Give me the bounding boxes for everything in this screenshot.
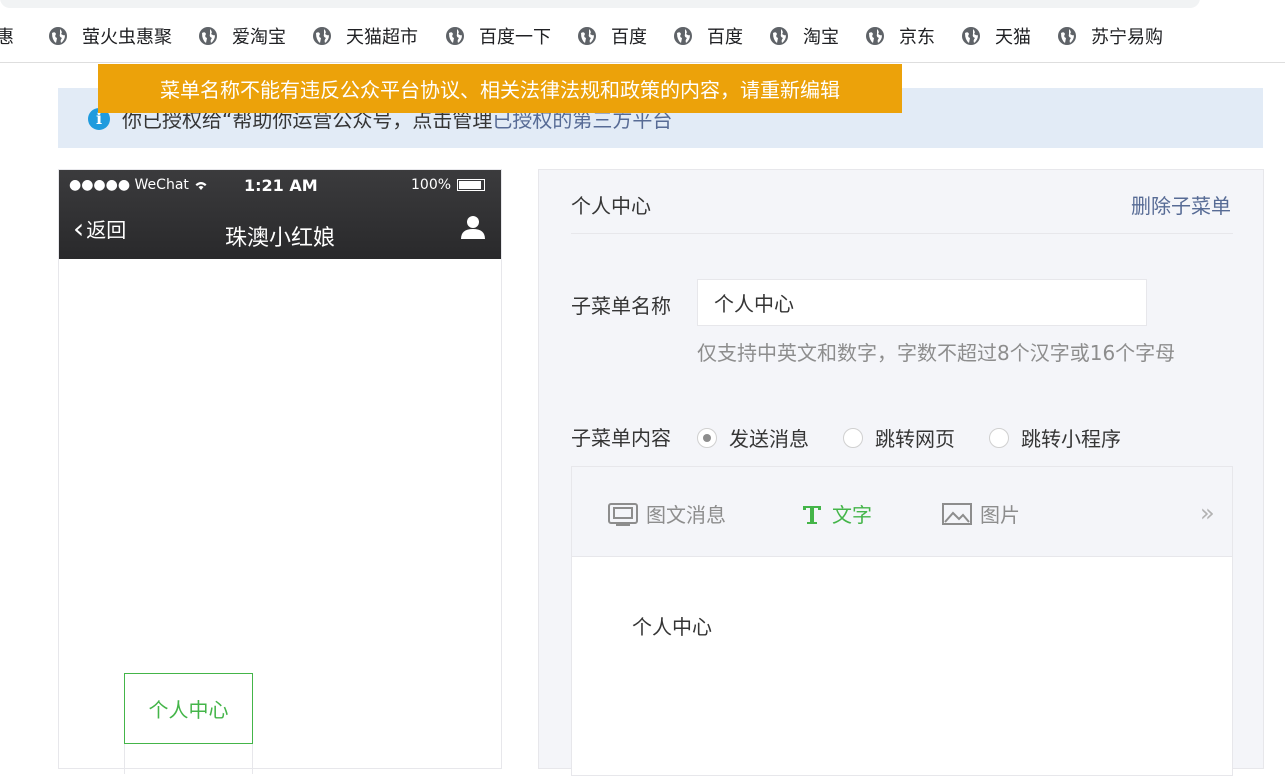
tab-label: 文字 <box>832 503 872 527</box>
text-icon <box>803 505 821 524</box>
tab-label: 图片 <box>980 503 1020 527</box>
bookmark-6[interactable]: 百度 <box>673 24 743 48</box>
bookmark-2[interactable]: 爱淘宝 <box>198 24 286 48</box>
editor-title: 个人中心 <box>571 194 651 218</box>
bookmark-label: 萤火虫惠聚 <box>82 27 172 48</box>
bookmark-9[interactable]: 天猫 <box>961 24 1031 48</box>
globe-icon <box>962 27 980 45</box>
globe-icon <box>49 27 67 45</box>
radio-label: 跳转小程序 <box>1021 427 1121 451</box>
submenu-name-label: 子菜单名称 <box>571 294 671 318</box>
globe-icon <box>770 27 788 45</box>
radio-label: 发送消息 <box>729 427 809 451</box>
bookmark-4[interactable]: 百度一下 <box>445 24 551 48</box>
bookmark-5[interactable]: 百度 <box>577 24 647 48</box>
bookmark-label: 天猫 <box>995 27 1031 48</box>
message-text[interactable]: 个人中心 <box>632 611 712 640</box>
tab-news[interactable]: 图文消息 <box>608 499 726 528</box>
message-composer: 图文消息 文字 图片 » 个人中心 <box>571 466 1233 776</box>
tab-text[interactable]: 文字 <box>800 499 872 528</box>
bookmark-8[interactable]: 京东 <box>865 24 935 48</box>
account-title: 珠澳小红娘 <box>224 226 335 251</box>
submenu-content-label: 子菜单内容 <box>571 426 671 450</box>
globe-icon <box>313 27 331 45</box>
submenu-item-profile[interactable]: 个人中心 <box>124 673 253 744</box>
bookmark-label: 百度 <box>707 27 743 48</box>
status-time: 1:21 AM <box>244 176 318 195</box>
globe-icon <box>1058 27 1076 45</box>
tab-label: 图文消息 <box>646 503 726 527</box>
bookmark-label: 淘宝 <box>803 27 839 48</box>
address-bar-edge <box>0 0 1200 8</box>
radio-checked-icon <box>697 427 717 448</box>
carrier-label: ●●●●● WeChat <box>69 177 189 193</box>
bookmark-label: 惠 <box>0 27 14 48</box>
bookmark-label: 百度一下 <box>479 27 551 48</box>
bookmark-10[interactable]: 苏宁易购 <box>1057 24 1163 48</box>
globe-icon <box>446 27 464 45</box>
error-toast: 菜单名称不能有违反公众平台协议、相关法律法规和政策的内容，请重新编辑 <box>98 64 902 113</box>
submenu-divider <box>124 744 253 774</box>
phone-header: ●●●●● WeChat 1:21 AM 100% ‹ 返回 珠澳小红娘 <box>59 170 501 259</box>
battery-label: 100% <box>411 177 452 193</box>
bookmark-0[interactable]: 惠 <box>0 24 14 48</box>
divider <box>571 233 1233 234</box>
more-tabs-button[interactable]: » <box>1200 499 1215 527</box>
bookmark-label: 京东 <box>899 27 935 48</box>
radio-unchecked-icon <box>843 427 863 448</box>
bookmark-7[interactable]: 淘宝 <box>769 24 839 48</box>
radio-label: 跳转网页 <box>875 427 955 451</box>
bookmark-label: 苏宁易购 <box>1091 27 1163 48</box>
submenu-editor: 个人中心 删除子菜单 子菜单名称 仅支持中英文和数字，字数不超过8个汉字或16个… <box>538 169 1264 776</box>
globe-icon <box>199 27 217 45</box>
submenu-name-input[interactable] <box>697 279 1147 326</box>
submenu-name-hint: 仅支持中英文和数字，字数不超过8个汉字或16个字母 <box>697 341 1176 365</box>
news-icon <box>608 502 638 526</box>
tab-image[interactable]: 图片 <box>942 499 1020 528</box>
globe-icon <box>578 27 596 45</box>
radio-jump-webpage[interactable]: 跳转网页 <box>843 423 955 452</box>
bookmark-label: 天猫超市 <box>346 27 418 48</box>
radio-send-message[interactable]: 发送消息 <box>697 423 809 452</box>
radio-jump-miniprogram[interactable]: 跳转小程序 <box>989 423 1121 452</box>
radio-unchecked-icon <box>989 427 1009 448</box>
battery-icon <box>457 179 486 191</box>
user-icon[interactable] <box>459 213 487 241</box>
battery-status: 100% <box>411 177 486 193</box>
carrier-status: ●●●●● WeChat <box>69 177 209 193</box>
wifi-icon <box>195 182 207 190</box>
image-icon <box>942 502 972 525</box>
bookmark-label: 爱淘宝 <box>232 27 286 48</box>
bookmark-1[interactable]: 萤火虫惠聚 <box>48 24 172 48</box>
phone-preview: ●●●●● WeChat 1:21 AM 100% ‹ 返回 珠澳小红娘 个人中… <box>58 169 502 774</box>
delete-submenu-button[interactable]: 删除子菜单 <box>1131 190 1231 219</box>
globe-icon <box>866 27 884 45</box>
bookmarks-bar: 惠 萤火虫惠聚 爱淘宝 天猫超市 百度一下 百度 百度 淘宝 京东 天猫 苏宁易… <box>0 0 1285 63</box>
message-type-tabs: 图文消息 文字 图片 » <box>572 467 1232 557</box>
bookmark-3[interactable]: 天猫超市 <box>312 24 418 48</box>
bookmark-label: 百度 <box>611 27 647 48</box>
globe-icon <box>674 27 692 45</box>
